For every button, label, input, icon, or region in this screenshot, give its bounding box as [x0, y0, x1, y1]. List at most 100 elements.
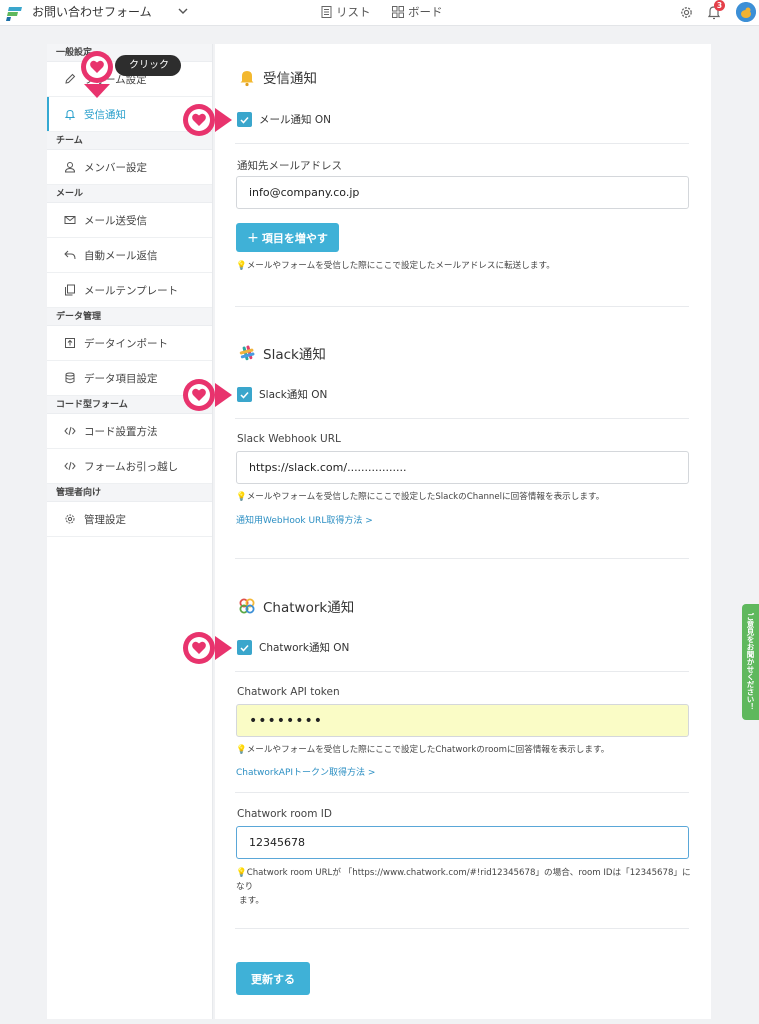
- divider: [235, 558, 689, 559]
- slack-webhook-help-link[interactable]: 通知用WebHook URL取得方法 >: [236, 513, 373, 526]
- plus-icon: +: [247, 229, 259, 246]
- chatwork-token-hint: 💡メールやフォームを受信した際にここで設定したChatworkのroomに回答情…: [236, 743, 609, 757]
- settings-sidebar: 一般設定 フォーム設定 受信通知 チーム メンバー設定 メール メール送受信 自…: [47, 44, 213, 1019]
- lightbulb-icon: 💡: [236, 492, 247, 502]
- chatwork-toggle-label: Chatwork通知 ON: [259, 642, 350, 654]
- chatwork-toggle[interactable]: Chatwork通知 ON: [237, 640, 349, 655]
- mail-section-title-text: 受信通知: [263, 71, 317, 87]
- chatwork-section-title-text: Chatwork通知: [263, 600, 355, 616]
- chatwork-section-title: Chatwork通知: [237, 596, 354, 616]
- chatwork-token-label: Chatwork API token: [237, 686, 340, 698]
- slack-webhook-input[interactable]: [236, 451, 689, 484]
- sidebar-section-mail: メール: [47, 185, 212, 203]
- divider: [235, 418, 689, 419]
- slack-hint: 💡メールやフォームを受信した際にここで設定したSlackのChannelに回答情…: [236, 490, 604, 504]
- sidebar-item-label: 管理設定: [84, 513, 126, 526]
- slack-hint-text: メールやフォームを受信した際にここで設定したSlackのChannelに回答情報…: [246, 492, 605, 502]
- user-icon: [64, 162, 76, 173]
- sidebar-item-mail-send-receive[interactable]: メール送受信: [47, 203, 212, 238]
- slack-section-title: Slack通知: [237, 343, 326, 363]
- divider: [235, 306, 689, 307]
- chatwork-icon: [239, 598, 255, 614]
- slack-webhook-label: Slack Webhook URL: [237, 433, 341, 445]
- list-icon: [321, 6, 332, 18]
- mail-hint-text: メールやフォームを受信した際にここで設定したメールアドレスに転送します。: [246, 261, 555, 271]
- sidebar-item-admin-settings[interactable]: 管理設定: [47, 502, 212, 537]
- lightbulb-icon: 💡: [236, 261, 247, 271]
- avatar[interactable]: [736, 2, 756, 22]
- mail-address-input[interactable]: [236, 176, 689, 209]
- nav-board-label: ボード: [408, 5, 443, 19]
- sidebar-item-label: メンバー設定: [84, 161, 147, 174]
- slack-toggle-checkbox[interactable]: [237, 387, 252, 402]
- slack-section-title-text: Slack通知: [263, 347, 326, 363]
- click-tooltip: クリック: [115, 55, 181, 76]
- chatwork-toggle-checkbox[interactable]: [237, 640, 252, 655]
- sidebar-item-form-migration[interactable]: フォームお引っ越し: [47, 449, 212, 484]
- mail-toggle-label: メール通知 ON: [259, 114, 331, 126]
- sidebar-section-data: データ管理: [47, 308, 212, 326]
- heart-pin-icon: [183, 379, 232, 411]
- slack-icon: [239, 345, 255, 361]
- chatwork-token-hint-text: メールやフォームを受信した際にここで設定したChatworkのroomに回答情報…: [246, 745, 610, 755]
- chatwork-room-hint-text: Chatwork room URLが 「https://www.chatwork…: [236, 868, 691, 892]
- database-icon: [65, 372, 75, 384]
- add-item-label: 項目を増やす: [261, 231, 328, 245]
- import-icon: [65, 338, 75, 348]
- sidebar-item-members[interactable]: メンバー設定: [47, 150, 212, 185]
- reply-icon: [64, 250, 76, 260]
- bell-icon: [240, 71, 254, 87]
- sidebar-item-label: メールテンプレート: [84, 284, 179, 297]
- check-icon: [240, 391, 249, 399]
- mail-icon: [64, 216, 76, 224]
- gear-icon: [65, 514, 75, 524]
- check-icon: [240, 116, 249, 124]
- add-item-button[interactable]: + 項目を増やす: [236, 223, 339, 252]
- sidebar-item-label: データ項目設定: [84, 372, 158, 385]
- sidebar-item-label: データインポート: [84, 337, 168, 350]
- nav-list[interactable]: リスト: [321, 4, 371, 20]
- mail-toggle-checkbox[interactable]: [237, 112, 252, 127]
- app-title[interactable]: お問い合わせフォーム: [32, 3, 152, 20]
- copy-icon: [65, 284, 75, 296]
- sidebar-item-data-import[interactable]: データインポート: [47, 326, 212, 361]
- mail-hint: 💡メールやフォームを受信した際にここで設定したメールアドレスに転送します。: [236, 259, 555, 273]
- nav-list-label: リスト: [336, 5, 371, 19]
- code-icon: [64, 426, 76, 436]
- slack-toggle-label: Slack通知 ON: [259, 389, 328, 401]
- slack-toggle[interactable]: Slack通知 ON: [237, 387, 327, 402]
- heart-pin-icon: [81, 51, 113, 98]
- sidebar-item-label: フォームお引っ越し: [84, 460, 179, 473]
- code-icon: [64, 461, 76, 471]
- divider: [235, 671, 689, 672]
- chatwork-token-help-link[interactable]: ChatworkAPIトークン取得方法 >: [236, 765, 375, 778]
- update-button[interactable]: 更新する: [236, 962, 310, 995]
- chevron-down-icon[interactable]: [178, 6, 188, 16]
- nav-board[interactable]: ボード: [392, 4, 443, 20]
- divider: [235, 792, 689, 793]
- sidebar-item-code-install[interactable]: コード設置方法: [47, 414, 212, 449]
- lightbulb-icon: 💡: [236, 868, 247, 878]
- sidebar-item-label: コード設置方法: [84, 425, 158, 438]
- gear-icon[interactable]: [679, 5, 694, 20]
- feedback-tab[interactable]: ご意見をお聞かせください！: [742, 604, 759, 720]
- mail-toggle[interactable]: メール通知 ON: [237, 112, 331, 127]
- avatar-bird-icon: [736, 2, 756, 22]
- chatwork-room-input[interactable]: [236, 826, 689, 859]
- logo-icon[interactable]: [6, 5, 22, 21]
- top-bar: お問い合わせフォーム リスト ボード 3: [0, 0, 759, 26]
- chatwork-token-input[interactable]: [236, 704, 689, 737]
- chatwork-room-hint: 💡Chatwork room URLが 「https://www.chatwor…: [236, 866, 696, 908]
- lightbulb-icon: 💡: [236, 745, 247, 755]
- pencil-icon: [65, 73, 76, 84]
- sidebar-section-admin: 管理者向け: [47, 484, 212, 502]
- sidebar-item-mail-template[interactable]: メールテンプレート: [47, 273, 212, 308]
- bell-icon: [64, 109, 76, 120]
- board-icon: [392, 6, 404, 18]
- chatwork-room-label: Chatwork room ID: [237, 808, 332, 820]
- sidebar-item-label: 受信通知: [84, 108, 126, 121]
- heart-pin-icon: [183, 104, 232, 136]
- sidebar-item-auto-reply[interactable]: 自動メール返信: [47, 238, 212, 273]
- heart-pin-icon: [183, 632, 232, 664]
- mail-address-label: 通知先メールアドレス: [237, 160, 342, 172]
